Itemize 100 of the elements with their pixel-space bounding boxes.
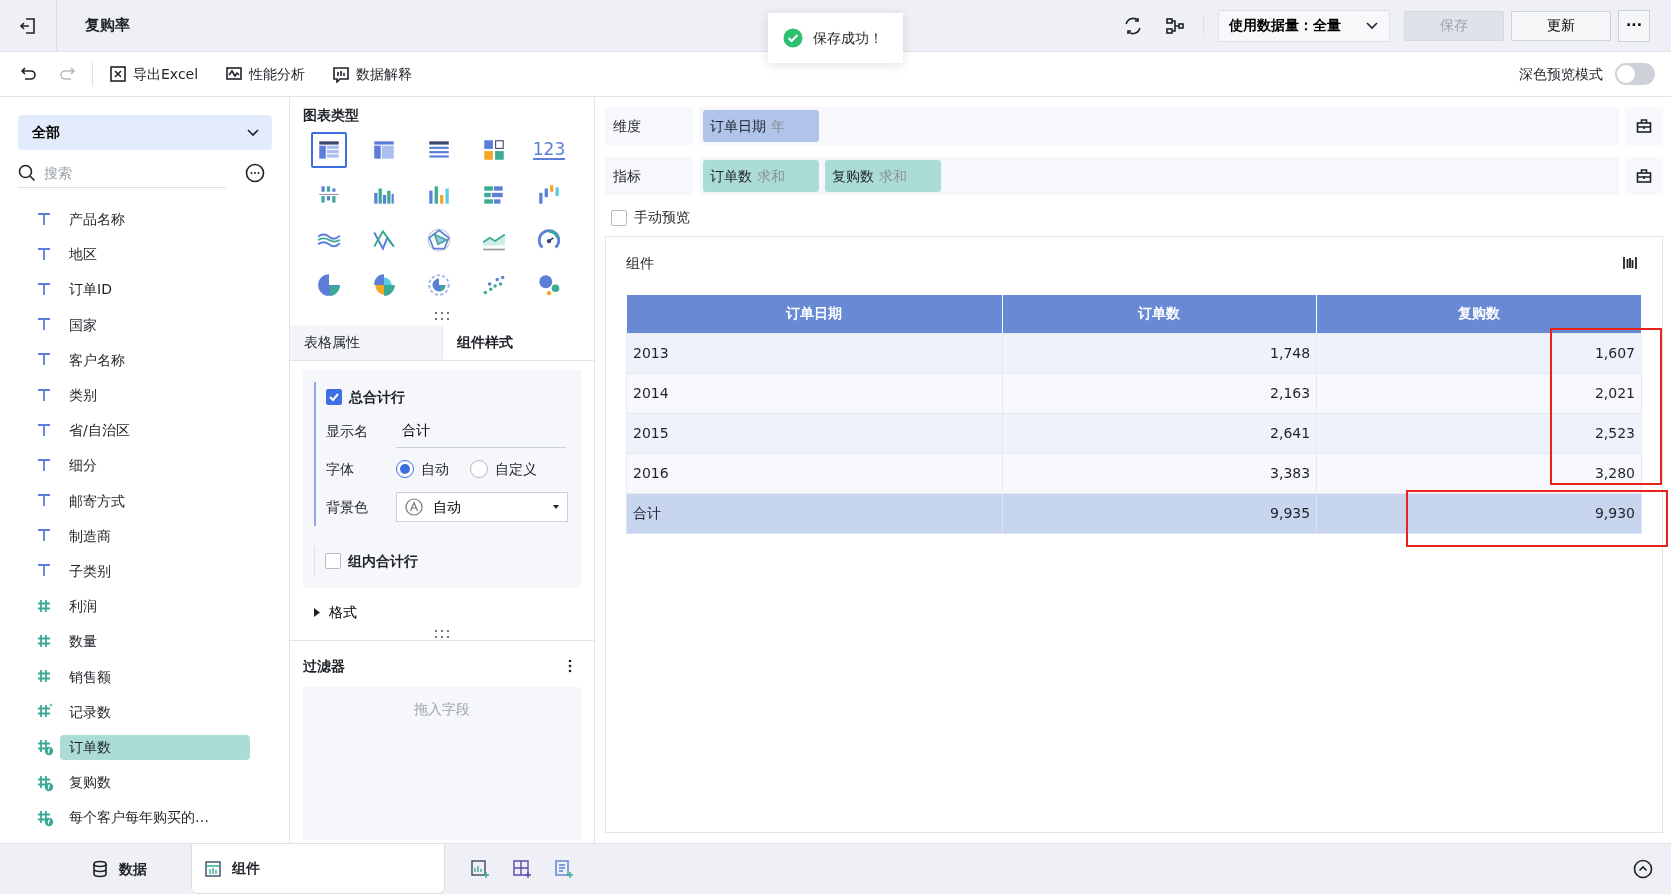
total-cell: 合计 bbox=[626, 493, 1003, 533]
drag-handle-icon bbox=[434, 629, 450, 639]
undo-icon bbox=[20, 65, 38, 83]
widget-title: 组件 bbox=[626, 253, 654, 273]
bottom-tab[interactable]: 数据 bbox=[46, 844, 191, 894]
total-cell: 9,935 bbox=[1002, 493, 1317, 533]
field-item[interactable]: 复购数 bbox=[60, 770, 250, 796]
field-item[interactable]: 销售额 bbox=[60, 664, 250, 690]
radio-button[interactable] bbox=[470, 460, 488, 478]
field-item[interactable]: 订单ID bbox=[60, 277, 250, 303]
search-field[interactable]: 搜索 bbox=[44, 157, 214, 188]
success-icon bbox=[783, 28, 803, 48]
chart-type-button[interactable]: 123 bbox=[531, 132, 567, 168]
field-item[interactable]: 产品名称 bbox=[60, 207, 250, 233]
manual-preview-label: 手动预览 bbox=[634, 208, 690, 227]
background-color-label: 背景色 bbox=[326, 497, 369, 517]
more-vertical-icon bbox=[568, 659, 572, 673]
column-header: 复购数 bbox=[1316, 295, 1642, 333]
table-cell: 2,021 bbox=[1316, 373, 1642, 413]
donut-chart-icon bbox=[426, 272, 452, 298]
field-item[interactable]: 类别 bbox=[60, 383, 250, 409]
group-total-label: 组内合计行 bbox=[348, 551, 418, 571]
total-row-label: 总合计行 bbox=[349, 387, 405, 407]
chart-type-title: 图表类型 bbox=[303, 106, 360, 125]
dark-preview-label: 深色预览模式 bbox=[1519, 64, 1603, 84]
manual-preview-checkbox[interactable] bbox=[611, 209, 627, 226]
table-cell: 2013 bbox=[626, 333, 1003, 373]
field-item[interactable]: 子类别 bbox=[60, 558, 250, 584]
update-button[interactable]: 更新 bbox=[1511, 10, 1611, 41]
data-explain-button[interactable]: 数据解释 bbox=[328, 59, 417, 89]
field-item[interactable]: 地区 bbox=[60, 242, 250, 268]
toolbox-icon bbox=[1636, 118, 1652, 134]
table-cell: 2,641 bbox=[1002, 413, 1317, 453]
field-pill[interactable]: 复购数 求和 bbox=[825, 160, 941, 192]
field-item[interactable]: 省/自治区 bbox=[60, 418, 250, 444]
data-volume-dropdown[interactable]: 使用数据量：全量 bbox=[1218, 9, 1390, 42]
add-grid-icon bbox=[512, 859, 532, 879]
field-item[interactable]: 每个客户每年购买的… bbox=[60, 805, 250, 831]
field-item[interactable]: 细分 bbox=[60, 453, 250, 479]
group-total-checkbox[interactable] bbox=[325, 553, 341, 569]
calculated-field-icon bbox=[36, 808, 54, 827]
search-icon bbox=[18, 163, 36, 182]
total-cell: 9,930 bbox=[1316, 493, 1642, 533]
drop-zone-hint: 拖入字段 bbox=[414, 700, 470, 719]
pie-chart-icon bbox=[316, 272, 342, 298]
radio-label: 自动 bbox=[421, 459, 449, 479]
shelf-drop-zone[interactable]: 订单数 求和 复购数 求和 bbox=[699, 157, 1619, 195]
field-item[interactable]: 数量 bbox=[60, 629, 250, 655]
field-pill[interactable]: 订单日期 年 bbox=[703, 110, 819, 142]
panel-tab[interactable]: 表格属性 bbox=[290, 325, 443, 360]
field-item[interactable]: 邮寄方式 bbox=[60, 488, 250, 514]
performance-analysis-button[interactable]: 性能分析 bbox=[221, 59, 310, 89]
radio-label: 自定义 bbox=[495, 459, 537, 479]
total-row-checkbox[interactable] bbox=[326, 389, 342, 405]
table-cell: 2014 bbox=[626, 373, 1003, 413]
format-section-toggle[interactable]: 格式 bbox=[290, 588, 594, 623]
shelf-label: 维度 bbox=[613, 116, 641, 136]
bubble-chart-icon bbox=[536, 272, 562, 298]
bottom-tab[interactable]: 组件 bbox=[191, 844, 445, 894]
export-excel-button[interactable]: 导出Excel bbox=[105, 59, 203, 89]
chevron-up-icon bbox=[1633, 859, 1653, 879]
radar-chart-icon bbox=[426, 227, 452, 253]
add-list-icon bbox=[554, 859, 574, 879]
field-group-dropdown[interactable]: 全部 bbox=[18, 115, 272, 150]
table-cell: 3,383 bbox=[1002, 453, 1317, 493]
field-item[interactable]: 利润 bbox=[60, 594, 250, 620]
background-color-select[interactable]: 自动 bbox=[396, 492, 568, 522]
shelf-label: 指标 bbox=[613, 166, 641, 186]
chart-bubble-icon bbox=[332, 65, 351, 83]
dark-preview-toggle[interactable] bbox=[1615, 63, 1655, 85]
table-cell: 1,607 bbox=[1316, 333, 1642, 373]
table-chart-icon bbox=[204, 859, 222, 878]
table-cell: 2,163 bbox=[1002, 373, 1317, 413]
more-button[interactable]: ··· bbox=[1618, 9, 1650, 42]
column-header: 订单数 bbox=[1002, 295, 1317, 333]
field-item[interactable]: 记录数 bbox=[60, 699, 250, 725]
column-header: 订单日期 bbox=[626, 295, 1003, 333]
caret-icon bbox=[553, 505, 559, 509]
shelf-drop-zone[interactable]: 订单日期 年 bbox=[699, 107, 1619, 145]
dashboard-card-icon bbox=[481, 137, 507, 163]
field-item[interactable]: 国家 bbox=[60, 312, 250, 338]
flow-icon bbox=[1165, 15, 1185, 36]
redo-icon bbox=[58, 65, 76, 83]
display-name-field[interactable]: 合计 bbox=[396, 414, 566, 448]
drag-handle-icon bbox=[434, 311, 450, 321]
exit-icon bbox=[18, 15, 38, 36]
caret-right-icon bbox=[314, 608, 321, 617]
rose-chart-icon bbox=[371, 272, 397, 298]
refresh-icon bbox=[1123, 15, 1143, 36]
add-chart-icon bbox=[470, 859, 490, 879]
field-pill[interactable]: 订单数 求和 bbox=[703, 160, 819, 192]
calculated-field-icon bbox=[36, 773, 54, 792]
field-item[interactable]: 制造商 bbox=[60, 523, 250, 549]
field-item[interactable]: 订单数 bbox=[60, 734, 250, 760]
radio-button[interactable] bbox=[396, 460, 414, 478]
table-cell: 2015 bbox=[626, 413, 1003, 453]
chart-type-button[interactable] bbox=[311, 132, 347, 168]
field-item[interactable]: 客户名称 bbox=[60, 347, 250, 373]
database-icon bbox=[90, 860, 109, 878]
more-icon bbox=[245, 163, 265, 183]
